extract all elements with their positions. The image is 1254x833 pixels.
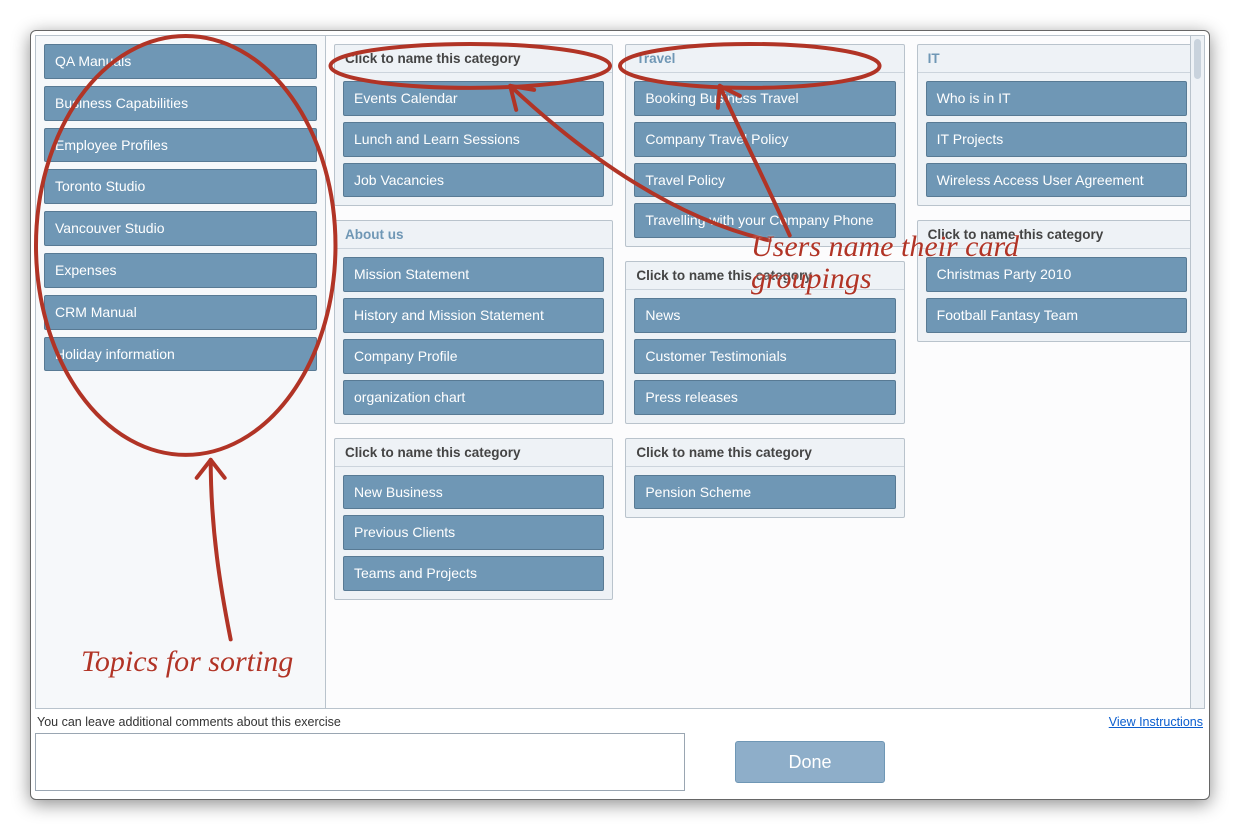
unsorted-cards-sidebar[interactable]: QA Manuals Business Capabilities Employee …	[36, 36, 326, 708]
category-body[interactable]: Pension Scheme	[626, 467, 903, 518]
unsorted-card[interactable]: Employee Profiles	[44, 128, 317, 163]
sorted-card[interactable]: Mission Statement	[343, 257, 604, 292]
category-name-input[interactable]: Travel	[626, 45, 903, 73]
sorted-card[interactable]: Previous Clients	[343, 515, 604, 550]
view-instructions-link[interactable]: View Instructions	[1109, 715, 1203, 729]
category-group[interactable]: Click to name this categoryEvents Calend…	[334, 44, 613, 206]
sorted-card[interactable]: Company Profile	[343, 339, 604, 374]
sorted-card[interactable]: Travel Policy	[634, 163, 895, 198]
category-body[interactable]: Booking Business Travel Company Travel Po…	[626, 73, 903, 246]
category-group[interactable]: Click to name this category News Customer …	[625, 261, 904, 423]
unsorted-card[interactable]: Expenses	[44, 253, 317, 288]
category-group[interactable]: Click to name this category Pension Schem…	[625, 438, 904, 519]
category-body[interactable]: Who is in IT IT Projects Wireless Access U…	[918, 73, 1195, 205]
category-column: Click to name this categoryEvents Calend…	[334, 44, 613, 700]
category-name-input[interactable]: IT	[918, 45, 1195, 73]
sorted-card[interactable]: organization chart	[343, 380, 604, 415]
sorted-card[interactable]: Who is in IT	[926, 81, 1187, 116]
sorted-card[interactable]: History and Mission Statement	[343, 298, 604, 333]
done-button[interactable]: Done	[735, 741, 885, 783]
category-group[interactable]: IT Who is in IT IT Projects Wireless Access…	[917, 44, 1196, 206]
category-column: Travel Booking Business Travel Company Tra…	[625, 44, 904, 700]
main-area: QA Manuals Business Capabilities Employee …	[35, 35, 1205, 709]
unsorted-card[interactable]: Vancouver Studio	[44, 211, 317, 246]
app-window: QA Manuals Business Capabilities Employee …	[30, 30, 1210, 800]
sorted-card[interactable]: Customer Testimonials	[634, 339, 895, 374]
footer: You can leave additional comments about …	[35, 713, 1205, 795]
sorted-card[interactable]: Football Fantasy Team	[926, 298, 1187, 333]
category-body[interactable]: Events Calendar Lunch and Learn Sessions J…	[335, 73, 612, 205]
category-body[interactable]: News Customer Testimonials Press releases	[626, 290, 903, 422]
sorted-card[interactable]: Travelling with your Company Phone	[634, 203, 895, 238]
unsorted-card[interactable]: CRM Manual	[44, 295, 317, 330]
sorted-card[interactable]: New Business	[343, 475, 604, 510]
sorted-card[interactable]: Events Calendar	[343, 81, 604, 116]
unsorted-card[interactable]: Toronto Studio	[44, 169, 317, 204]
category-group[interactable]: Click to name this category New Business P…	[334, 438, 613, 600]
sorted-card[interactable]: Company Travel Policy	[634, 122, 895, 157]
sorted-card[interactable]: Job Vacancies	[343, 163, 604, 198]
category-body[interactable]: Mission Statement History and Mission Sta…	[335, 249, 612, 422]
category-name-input[interactable]: About us	[335, 221, 612, 249]
category-group[interactable]: Travel Booking Business Travel Company Tra…	[625, 44, 904, 247]
category-body[interactable]: Christmas Party 2010 Football Fantasy Tea…	[918, 249, 1195, 341]
category-name-input[interactable]: Click to name this category	[335, 439, 612, 467]
category-column: IT Who is in IT IT Projects Wireless Access…	[917, 44, 1196, 700]
categories-area[interactable]: Click to name this categoryEvents Calend…	[326, 36, 1204, 708]
vertical-scrollbar[interactable]	[1190, 36, 1204, 708]
sorted-card[interactable]: Pension Scheme	[634, 475, 895, 510]
category-group[interactable]: About us Mission Statement History and Mis…	[334, 220, 613, 423]
sorted-card[interactable]: Wireless Access User Agreement	[926, 163, 1187, 198]
category-group[interactable]: Click to name this categoryChristmas Par…	[917, 220, 1196, 342]
category-name-input[interactable]: Click to name this category	[335, 45, 612, 73]
sorted-card[interactable]: Teams and Projects	[343, 556, 604, 591]
sorted-card[interactable]: Press releases	[634, 380, 895, 415]
category-name-input[interactable]: Click to name this category	[626, 439, 903, 467]
sorted-card[interactable]: Lunch and Learn Sessions	[343, 122, 604, 157]
sorted-card[interactable]: Booking Business Travel	[634, 81, 895, 116]
unsorted-card[interactable]: Business Capabilities	[44, 86, 317, 121]
sorted-card[interactable]: Christmas Party 2010	[926, 257, 1187, 292]
category-name-input[interactable]: Click to name this category	[626, 262, 903, 290]
comment-label: You can leave additional comments about …	[37, 715, 341, 729]
sorted-card[interactable]: News	[634, 298, 895, 333]
unsorted-card[interactable]: QA Manuals	[44, 44, 317, 79]
comment-textarea[interactable]	[35, 733, 685, 791]
category-name-input[interactable]: Click to name this category	[918, 221, 1195, 249]
unsorted-card[interactable]: Holiday information	[44, 337, 317, 372]
category-body[interactable]: New Business Previous Clients Teams and Pr…	[335, 467, 612, 599]
sorted-card[interactable]: IT Projects	[926, 122, 1187, 157]
